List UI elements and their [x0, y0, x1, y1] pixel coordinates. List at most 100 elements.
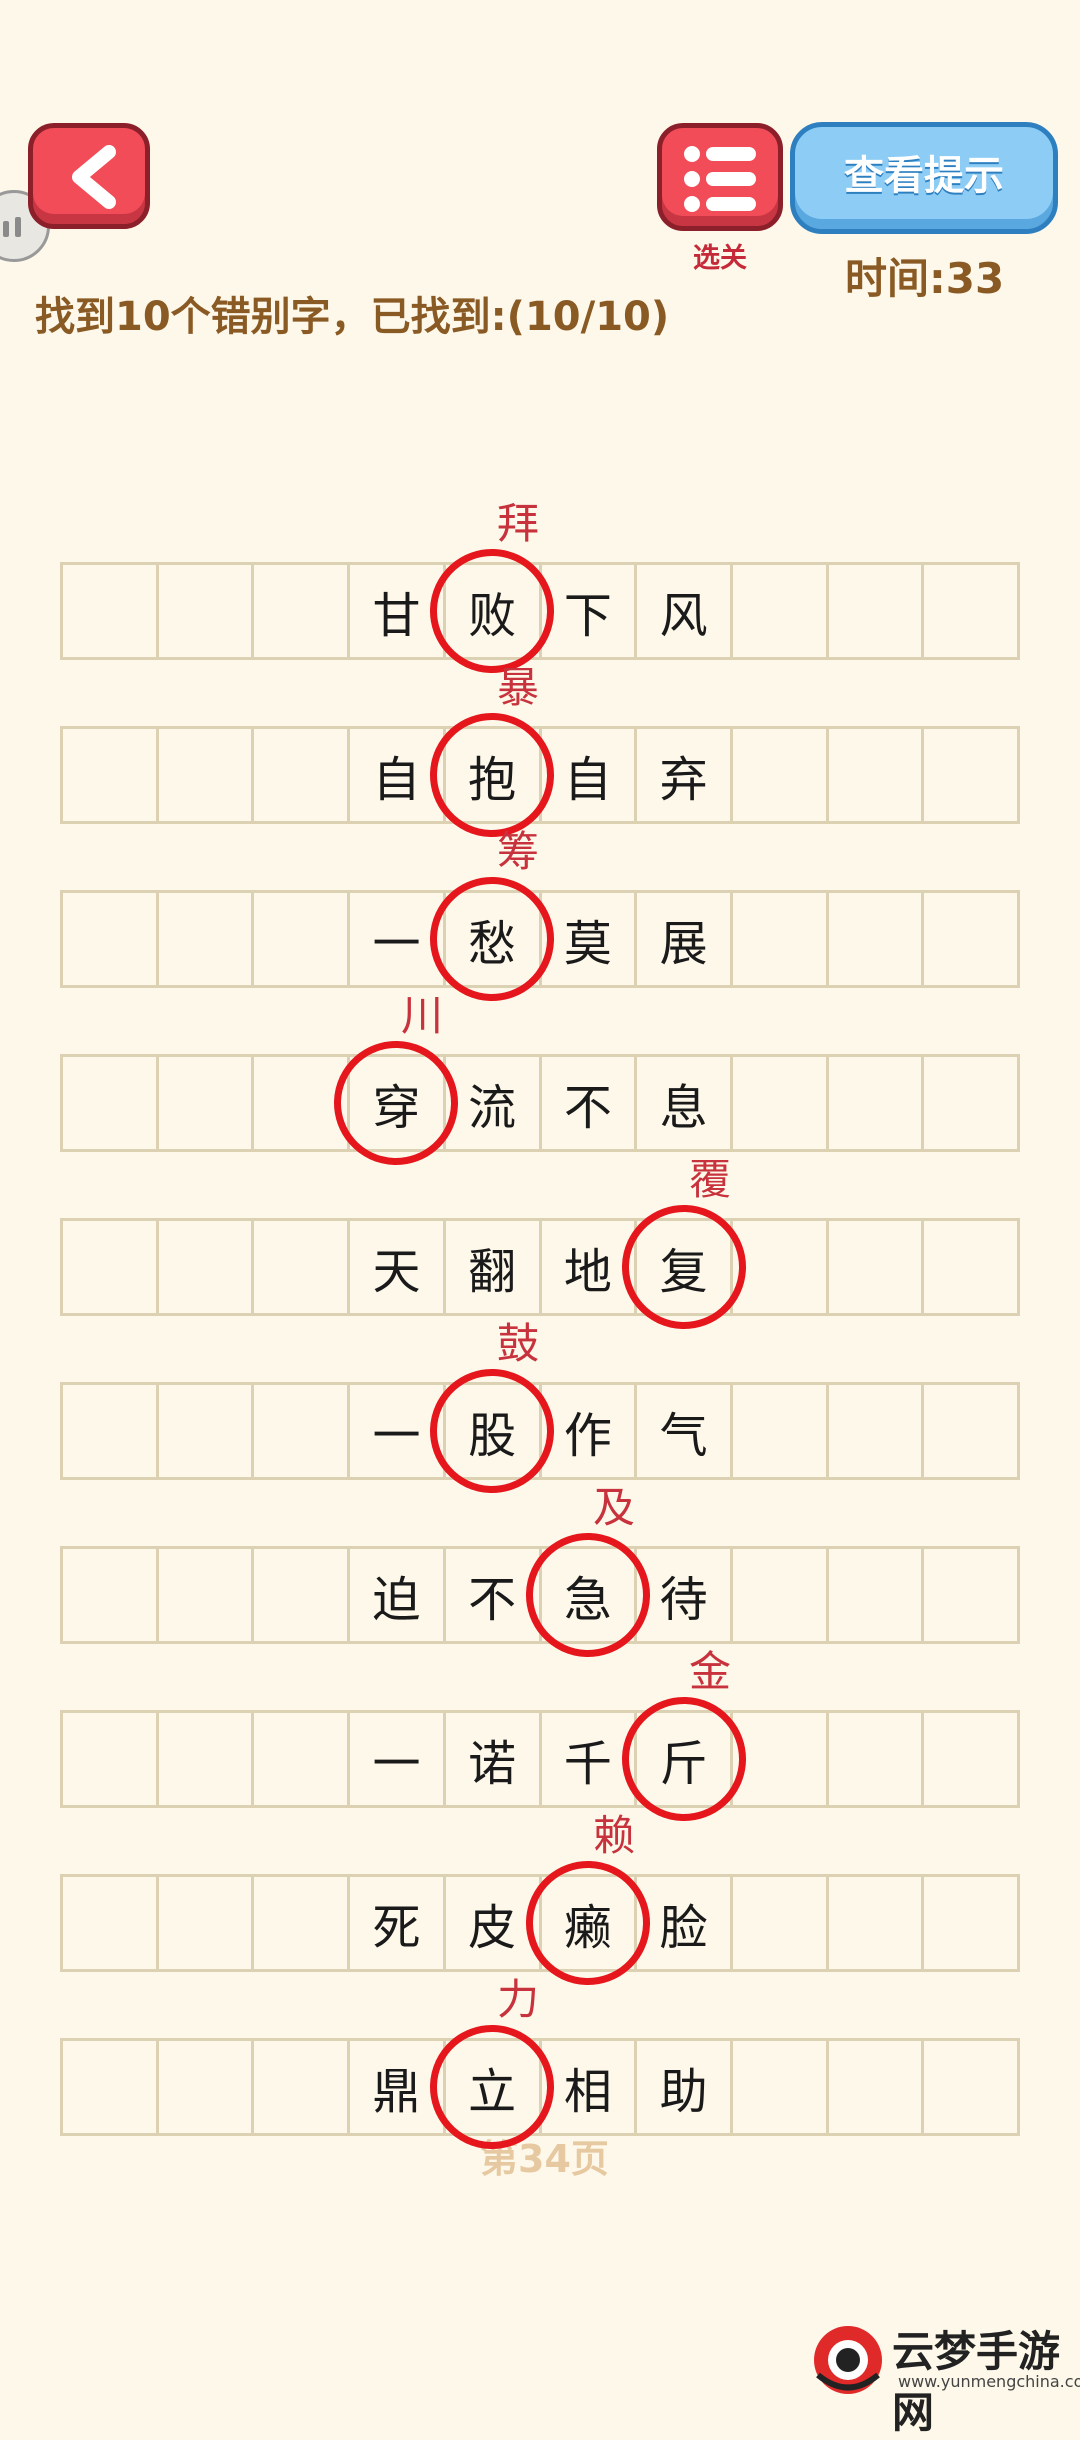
grid-cell: [829, 565, 925, 657]
grid-cell: [733, 1549, 829, 1641]
grid-cell: [159, 565, 255, 657]
grid-cell[interactable]: 地: [542, 1221, 638, 1313]
grid-cell[interactable]: 自: [542, 729, 638, 821]
grid-cell: [254, 1221, 351, 1313]
idiom-row: 穿流不息: [60, 1054, 1020, 1152]
grid-cell: [63, 729, 159, 821]
level-select-button[interactable]: [657, 123, 783, 231]
view-hint-button[interactable]: 查看提示: [790, 122, 1058, 234]
grid-cell[interactable]: 自: [350, 729, 446, 821]
grid-cell[interactable]: 急: [542, 1549, 638, 1641]
idiom-row: 甘败下风: [60, 562, 1020, 660]
grid-cell: [254, 1549, 351, 1641]
grid-cell: [254, 1713, 351, 1805]
correction-char: 鼓: [496, 1319, 539, 1368]
grid-cell: [254, 1057, 351, 1149]
grid-cell[interactable]: 脸: [637, 1877, 733, 1969]
grid-cell[interactable]: 翻: [446, 1221, 542, 1313]
page-number: 第34页: [480, 2137, 609, 2181]
grid-cell: [63, 565, 159, 657]
grid-cell[interactable]: 复: [637, 1221, 733, 1313]
grid-cell[interactable]: 甘: [350, 565, 446, 657]
grid-cell: [733, 729, 829, 821]
grid-cell[interactable]: 一: [350, 1713, 446, 1805]
grid-cell: [63, 1385, 159, 1477]
grid-cell: [829, 1385, 925, 1477]
correction-char: 赖: [592, 1811, 635, 1860]
grid-cell[interactable]: 诺: [446, 1713, 542, 1805]
grid-cell: [159, 1221, 255, 1313]
grid-cell[interactable]: 不: [542, 1057, 638, 1149]
grid-cell: [159, 1713, 255, 1805]
watermark: 云梦手游网 www.yunmengchina.com: [808, 2316, 1080, 2437]
grid-cell: [159, 729, 255, 821]
grid-cell[interactable]: 天: [350, 1221, 446, 1313]
correction-char: 暴: [496, 663, 539, 712]
grid-cell[interactable]: 作: [542, 1385, 638, 1477]
grid-cell[interactable]: 相: [542, 2041, 638, 2133]
grid-cell[interactable]: 助: [637, 2041, 733, 2133]
grid-cell: [63, 2041, 159, 2133]
grid-cell[interactable]: 愁: [446, 893, 542, 985]
grid-cell: [254, 1385, 351, 1477]
grid-cell: [924, 729, 1017, 821]
chevron-left-icon: [72, 145, 116, 209]
grid-cell[interactable]: 弃: [637, 729, 733, 821]
grid-cell: [924, 893, 1017, 985]
grid-cell: [733, 1877, 829, 1969]
grid-cell: [733, 565, 829, 657]
grid-cell: [159, 1385, 255, 1477]
grid-cell[interactable]: 败: [446, 565, 542, 657]
grid-cell[interactable]: 千: [542, 1713, 638, 1805]
grid-cell[interactable]: 息: [637, 1057, 733, 1149]
grid-cell: [159, 2041, 255, 2133]
grid-cell: [254, 893, 351, 985]
grid-cell: [254, 565, 351, 657]
idiom-row: 鼎立相助: [60, 2038, 1020, 2136]
grid-cell: [733, 2041, 829, 2133]
grid-cell: [924, 1221, 1017, 1313]
grid-cell[interactable]: 一: [350, 893, 446, 985]
idiom-row: 死皮癞脸: [60, 1874, 1020, 1972]
grid-cell[interactable]: 莫: [542, 893, 638, 985]
grid-cell[interactable]: 待: [637, 1549, 733, 1641]
correction-char: 覆: [688, 1155, 731, 1204]
grid-cell[interactable]: 鼎: [350, 2041, 446, 2133]
timer: 时间:33: [845, 254, 1005, 303]
grid-cell[interactable]: 气: [637, 1385, 733, 1477]
grid-cell[interactable]: 死: [350, 1877, 446, 1969]
grid-cell[interactable]: 抱: [446, 729, 542, 821]
grid-cell[interactable]: 皮: [446, 1877, 542, 1969]
grid-cell: [829, 893, 925, 985]
grid-cell: [829, 729, 925, 821]
grid-cell: [829, 1713, 925, 1805]
grid-cell[interactable]: 癞: [542, 1877, 638, 1969]
grid-cell[interactable]: 迫: [350, 1549, 446, 1641]
back-button[interactable]: [28, 123, 150, 229]
idiom-row: 一股作气: [60, 1382, 1020, 1480]
grid-cell[interactable]: 下: [542, 565, 638, 657]
grid-cell: [829, 2041, 925, 2133]
grid-cell: [733, 893, 829, 985]
correction-char: 金: [688, 1647, 731, 1696]
grid-cell: [159, 1549, 255, 1641]
grid-cell: [733, 1713, 829, 1805]
grid-cell[interactable]: 斤: [637, 1713, 733, 1805]
grid-cell[interactable]: 穿: [350, 1057, 446, 1149]
grid-cell: [254, 2041, 351, 2133]
grid-cell: [63, 1713, 159, 1805]
grid-cell[interactable]: 风: [637, 565, 733, 657]
grid-cell[interactable]: 展: [637, 893, 733, 985]
grid-cell: [254, 1877, 351, 1969]
grid-cell: [733, 1385, 829, 1477]
idiom-row: 自抱自弃: [60, 726, 1020, 824]
correction-char: 力: [496, 1975, 539, 2024]
idiom-row: 一诺千斤: [60, 1710, 1020, 1808]
grid-cell: [924, 1385, 1017, 1477]
grid-cell[interactable]: 一: [350, 1385, 446, 1477]
grid-cell[interactable]: 不: [446, 1549, 542, 1641]
grid-cell: [254, 729, 351, 821]
grid-cell[interactable]: 立: [446, 2041, 542, 2133]
grid-cell[interactable]: 流: [446, 1057, 542, 1149]
grid-cell[interactable]: 股: [446, 1385, 542, 1477]
